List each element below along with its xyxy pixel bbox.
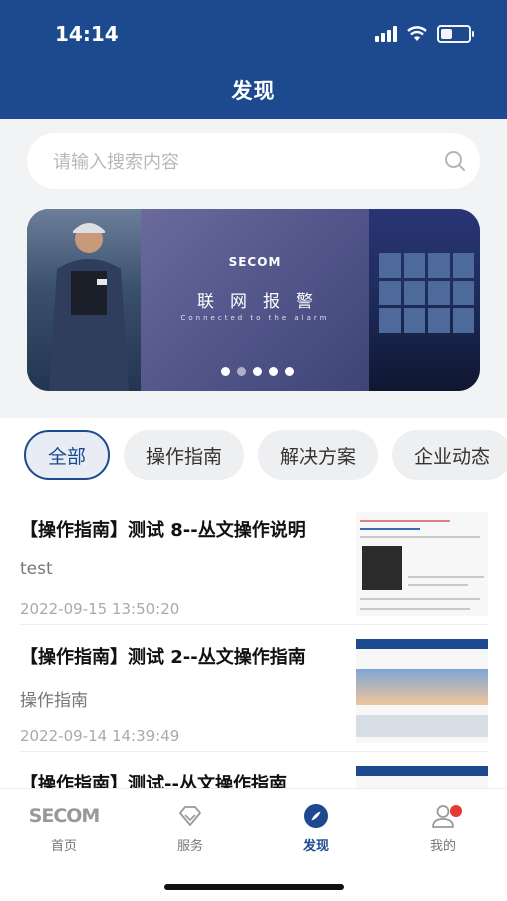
nav-label: 发现 — [302, 839, 329, 854]
nav-label: 我的 — [429, 839, 456, 854]
article-title: 【操作指南】测试 8--丛文操作说明 — [20, 520, 306, 541]
battery-icon — [437, 25, 474, 43]
banner-carousel[interactable]: SECOM 联网报警 Connected to the alarm — [27, 209, 480, 391]
nav-label: 服务 — [176, 839, 203, 854]
nav-discover[interactable]: 发现 — [266, 803, 366, 854]
carousel-dot[interactable] — [237, 367, 246, 376]
banner-guard-image — [27, 209, 141, 391]
article-item[interactable]: 【操作指南】测试 8--丛文操作说明 test 2022-09-15 13:50… — [20, 502, 488, 625]
search-input[interactable] — [51, 133, 435, 191]
carousel-dot[interactable] — [269, 367, 278, 376]
article-desc: test — [20, 559, 53, 579]
header-bar: 14:14 发现 — [0, 0, 507, 119]
nav-home[interactable]: SECOM 首页 — [14, 803, 114, 854]
signal-icon — [375, 26, 397, 42]
diamond-icon — [179, 806, 201, 826]
banner-control-room-image — [369, 209, 480, 391]
nav-label: 首页 — [50, 839, 77, 854]
carousel-dot[interactable] — [253, 367, 262, 376]
status-time: 14:14 — [55, 22, 119, 46]
secom-logo-icon: SECOM — [28, 805, 101, 827]
page-title: 发现 — [231, 79, 276, 103]
article-title: 【操作指南】测试 2--丛文操作指南 — [20, 647, 306, 668]
compass-icon — [304, 804, 328, 828]
carousel-dots[interactable] — [221, 367, 294, 376]
carousel-dot[interactable] — [285, 367, 294, 376]
article-thumbnail — [356, 639, 488, 743]
banner-title: 联网报警 — [197, 292, 329, 312]
notification-badge — [450, 805, 462, 817]
home-indicator — [164, 884, 344, 890]
article-desc: 操作指南 — [20, 691, 88, 711]
nav-profile[interactable]: 我的 — [393, 803, 493, 854]
category-tabs: 全部 操作指南 解决方案 企业动态 — [24, 430, 507, 482]
nav-service[interactable]: 服务 — [140, 803, 240, 854]
carousel-dot[interactable] — [221, 367, 230, 376]
status-icons — [375, 24, 474, 44]
article-item[interactable]: 【操作指南】测试 2--丛文操作指南 操作指南 2022-09-14 14:39… — [20, 629, 488, 752]
tab-solutions[interactable]: 解决方案 — [258, 430, 379, 480]
tab-news[interactable]: 企业动态 — [392, 430, 507, 480]
search-bar[interactable] — [27, 133, 480, 191]
article-thumbnail — [356, 512, 488, 616]
banner-logo: SECOM — [228, 255, 282, 269]
banner-center-panel: SECOM 联网报警 Connected to the alarm — [141, 209, 369, 391]
article-date: 2022-09-14 14:39:49 — [20, 727, 180, 745]
banner-subtitle: Connected to the alarm — [180, 314, 330, 322]
article-date: 2022-09-15 13:50:20 — [20, 600, 180, 618]
content-area: 全部 操作指南 解决方案 企业动态 【操作指南】测试 8--丛文操作说明 tes… — [0, 418, 507, 879]
wifi-icon — [407, 26, 427, 41]
search-icon[interactable] — [444, 150, 466, 172]
tab-guide[interactable]: 操作指南 — [124, 430, 245, 480]
tab-all[interactable]: 全部 — [24, 430, 111, 480]
